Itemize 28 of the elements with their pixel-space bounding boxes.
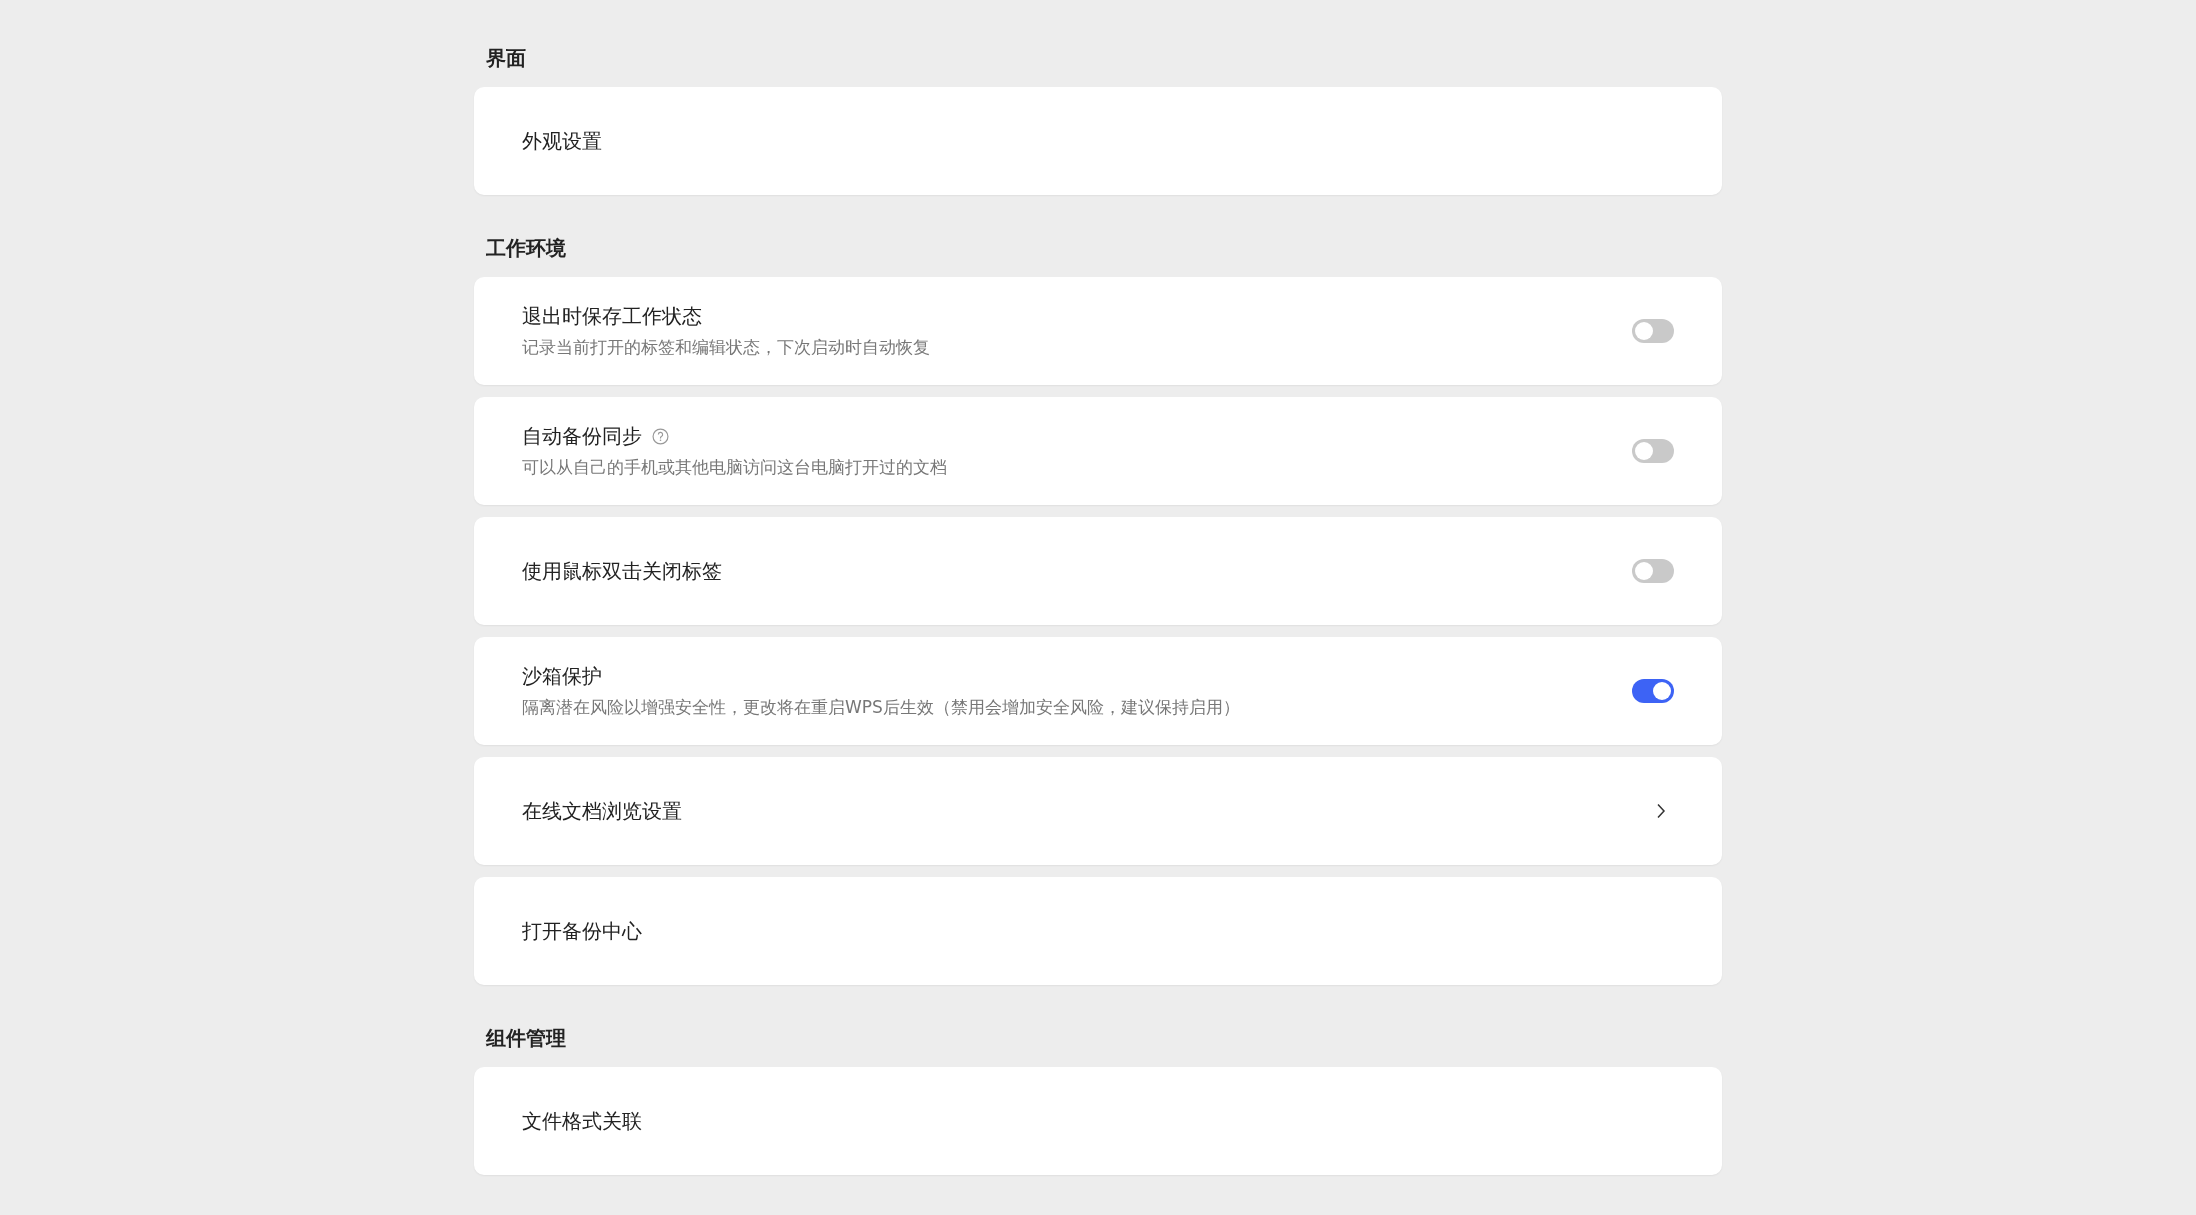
- section-title: 界面: [485, 45, 527, 72]
- settings-card[interactable]: 自动备份同步 可以从自己的手机或其他电脑访问这台电脑打开过的文档: [474, 397, 1722, 505]
- setting-label: 退出时保存工作状态: [522, 303, 702, 330]
- section-title: 组件管理: [484, 1025, 567, 1052]
- chevron-right-icon[interactable]: [1656, 803, 1666, 819]
- settings-card[interactable]: 在线文档浏览设置: [474, 757, 1722, 865]
- help-icon[interactable]: [652, 428, 669, 445]
- setting-label: 外观设置: [522, 127, 602, 155]
- settings-card[interactable]: 文件格式关联: [474, 1067, 1722, 1175]
- section-title: 工作环境: [485, 235, 567, 262]
- setting-label: 沙箱保护: [522, 663, 602, 690]
- settings-card[interactable]: 打开备份中心: [474, 877, 1722, 985]
- setting-label: 自动备份同步: [522, 423, 642, 450]
- setting-description: 隔离潜在风险以增强安全性，更改将在重启WPS后生效（禁用会增加安全风险，建议保持启用）: [522, 696, 1240, 719]
- settings-card[interactable]: 沙箱保护 隔离潜在风险以增强安全性，更改将在重启WPS后生效（禁用会增加安全风险，建议保持启用）: [474, 637, 1722, 745]
- settings-card[interactable]: 外观设置: [474, 87, 1722, 195]
- setting-label: 文件格式关联: [522, 1107, 642, 1135]
- setting-label: 打开备份中心: [522, 917, 642, 945]
- toggle-switch[interactable]: [1632, 679, 1674, 703]
- setting-description: 记录当前打开的标签和编辑状态，下次启动时自动恢复: [522, 336, 930, 359]
- settings-card[interactable]: 使用鼠标双击关闭标签: [474, 517, 1722, 625]
- setting-description: 可以从自己的手机或其他电脑访问这台电脑打开过的文档: [522, 456, 947, 479]
- toggle-switch[interactable]: [1632, 559, 1674, 583]
- settings-card[interactable]: 退出时保存工作状态 记录当前打开的标签和编辑状态，下次启动时自动恢复: [474, 277, 1722, 385]
- setting-label: 使用鼠标双击关闭标签: [522, 557, 722, 585]
- setting-label: 在线文档浏览设置: [522, 797, 682, 825]
- toggle-switch[interactable]: [1632, 319, 1674, 343]
- toggle-switch[interactable]: [1632, 439, 1674, 463]
